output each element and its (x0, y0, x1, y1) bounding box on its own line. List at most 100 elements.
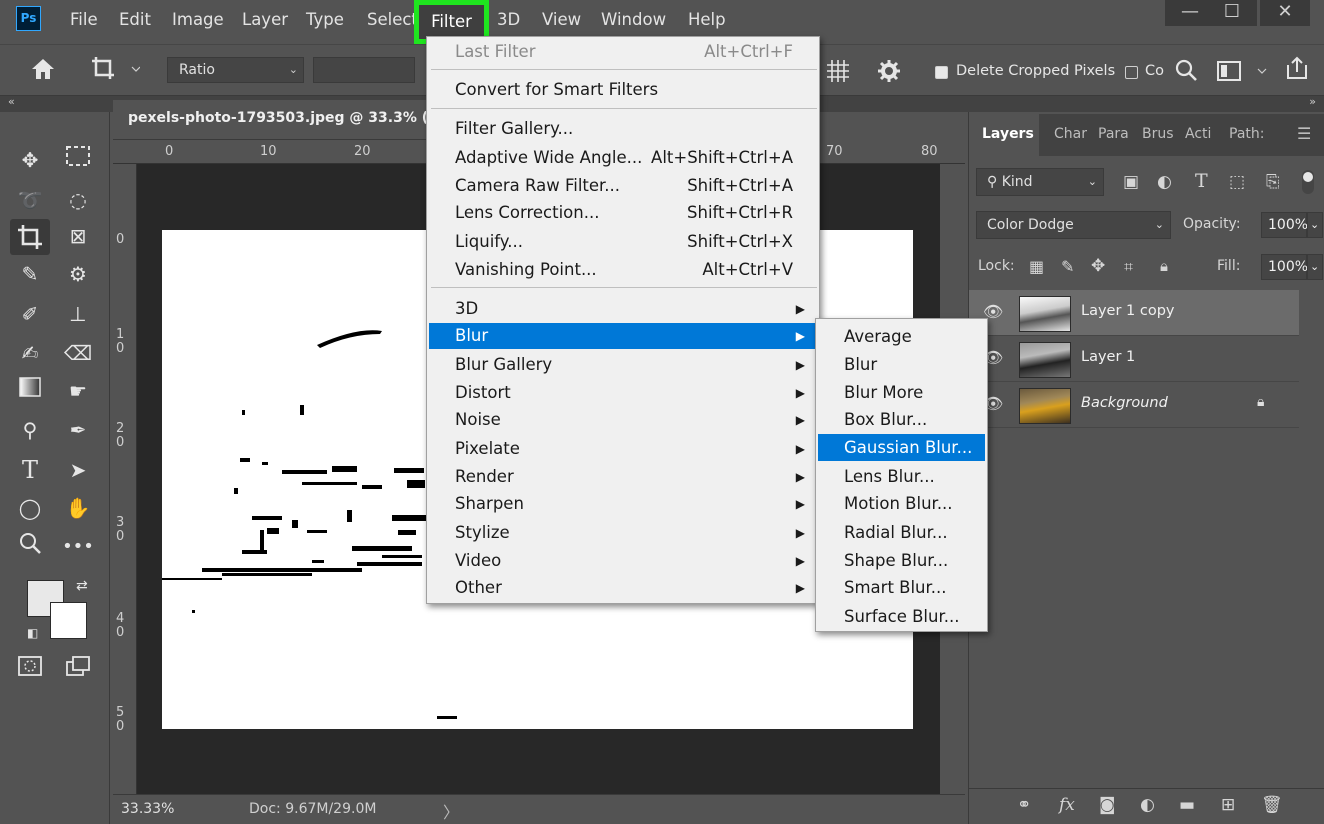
layer-name[interactable]: Layer 1 (1081, 349, 1135, 365)
menu-item-other[interactable]: Other ▶ (429, 575, 817, 601)
lock-all-icon[interactable]: 🔒︎ (1160, 257, 1168, 275)
menu-item-blur[interactable]: Blur ▶ (429, 323, 817, 349)
fill-input[interactable]: 100% (1261, 254, 1308, 280)
photoshop-logo[interactable]: Ps (16, 6, 41, 31)
submenu-item-blur[interactable]: Blur (818, 351, 985, 378)
type-tool-icon[interactable]: T (14, 454, 46, 486)
tab-paragraph[interactable]: Para (1098, 126, 1129, 142)
fx-icon[interactable]: fx (1059, 795, 1075, 815)
submenu-item-gaussian-blur[interactable]: Gaussian Blur... (818, 434, 985, 461)
tab-character[interactable]: Char (1054, 126, 1087, 142)
menu-3d[interactable]: 3D (497, 8, 520, 32)
new-layer-icon[interactable]: ⊞ (1221, 795, 1235, 815)
search-icon[interactable] (1174, 58, 1198, 87)
crop-tool-icon[interactable] (10, 219, 50, 255)
home-icon[interactable] (30, 57, 56, 86)
adjustment-filter-icon[interactable]: ◐ (1157, 172, 1172, 192)
lasso-tool-icon[interactable]: ➰ (14, 184, 46, 216)
zoom-tool-icon[interactable] (14, 531, 46, 563)
menu-edit[interactable]: Edit (119, 8, 151, 32)
eyedropper-tool-icon[interactable]: ✎ (14, 258, 46, 290)
menu-item-pixelate[interactable]: Pixelate ▶ (429, 436, 817, 462)
submenu-item-blur-more[interactable]: Blur More (818, 379, 985, 406)
menu-view[interactable]: View (542, 8, 581, 32)
lock-image-icon[interactable]: ✎ (1061, 257, 1074, 276)
menu-layer[interactable]: Layer (242, 8, 288, 32)
menu-item-camera-raw-filter[interactable]: Camera Raw Filter... Shift+Ctrl+A (429, 173, 817, 199)
ruler-vertical[interactable]: 0 1 0 2 0 3 0 4 0 5 0 (113, 164, 137, 794)
zoom-level[interactable]: 33.33% (121, 801, 174, 817)
menu-item-convert-smart-filters[interactable]: Convert for Smart Filters (429, 77, 817, 103)
menu-select[interactable]: Select (367, 8, 418, 32)
hand-tool-icon[interactable]: ✋ (62, 492, 94, 524)
menu-item-noise[interactable]: Noise ▶ (429, 407, 817, 433)
lock-icon[interactable]: 🔒︎ (1257, 394, 1264, 410)
grid-overlay-icon[interactable] (825, 59, 851, 88)
gear-icon[interactable] (877, 59, 901, 88)
frame-tool-icon[interactable]: ⊠ (62, 220, 94, 252)
menu-image[interactable]: Image (172, 8, 224, 32)
menu-item-lens-correction[interactable]: Lens Correction... Shift+Ctrl+R (429, 200, 817, 226)
workspace-icon[interactable] (1216, 59, 1270, 88)
more-tools-icon[interactable]: ••• (62, 531, 94, 563)
menu-item-render[interactable]: Render ▶ (429, 464, 817, 490)
new-group-icon[interactable]: ▬ (1179, 795, 1195, 815)
submenu-item-box-blur[interactable]: Box Blur... (818, 406, 985, 433)
menu-item-last-filter[interactable]: Last Filter Alt+Ctrl+F (429, 39, 817, 65)
share-icon[interactable] (1284, 55, 1310, 86)
stamp-tool-icon[interactable]: ⊥ (62, 298, 94, 330)
content-aware-checkbox[interactable] (1125, 66, 1138, 79)
crop-tool-preset-icon[interactable] (90, 55, 141, 88)
history-brush-tool-icon[interactable]: ✍ (14, 337, 46, 369)
tab-paths[interactable]: Path: (1229, 126, 1264, 142)
menu-item-liquify[interactable]: Liquify... Shift+Ctrl+X (429, 229, 817, 255)
menu-item-distort[interactable]: Distort ▶ (429, 380, 817, 406)
submenu-item-motion-blur[interactable]: Motion Blur... (818, 490, 985, 517)
shape-filter-icon[interactable]: ⬚ (1229, 172, 1245, 192)
tab-layers[interactable]: Layers (982, 126, 1034, 142)
ellipse-tool-icon[interactable]: ◯ (14, 492, 46, 524)
adjustment-layer-icon[interactable]: ◐ (1140, 795, 1155, 815)
dodge-tool-icon[interactable]: ⚲ (14, 414, 46, 446)
type-filter-icon[interactable]: T (1195, 170, 1208, 192)
pixel-filter-icon[interactable]: ▣ (1123, 172, 1139, 192)
tab-brushes[interactable]: Brus (1142, 126, 1174, 142)
tab-actions[interactable]: Acti (1185, 126, 1211, 142)
submenu-item-average[interactable]: Average (818, 323, 985, 350)
document-tab[interactable]: pexels-photo-1793503.jpeg @ 33.3% (L (113, 100, 437, 140)
menu-item-adaptive-wide-angle[interactable]: Adaptive Wide Angle... Alt+Shift+Ctrl+A (429, 145, 817, 171)
menu-window[interactable]: Window (601, 8, 666, 32)
status-menu-arrow-icon[interactable]: 〉 (443, 799, 459, 823)
default-colors-icon[interactable]: ◧ (27, 626, 38, 640)
collapse-left-icon[interactable]: « (8, 95, 15, 108)
lock-artboard-icon[interactable]: ⌗ (1124, 257, 1133, 277)
menu-help[interactable]: Help (688, 8, 726, 32)
eraser-tool-icon[interactable]: ⌫ (62, 337, 94, 369)
gradient-tool-icon[interactable] (14, 375, 46, 407)
menu-item-3d[interactable]: 3D ▶ (429, 296, 817, 322)
opacity-dropdown-icon[interactable]: ⌄ (1307, 212, 1323, 238)
ratio-select[interactable]: Ratio ⌄ (167, 57, 304, 83)
filter-toggle[interactable] (1302, 170, 1314, 194)
close-button[interactable]: ✕ (1260, 0, 1310, 26)
menu-file[interactable]: File (70, 8, 98, 32)
ratio-width-input[interactable] (313, 57, 415, 83)
menu-item-stylize[interactable]: Stylize ▶ (429, 520, 817, 546)
smart-object-filter-icon[interactable]: ⎘ (1266, 172, 1280, 192)
add-mask-icon[interactable]: ◙ (1099, 795, 1116, 815)
fill-dropdown-icon[interactable]: ⌄ (1307, 254, 1323, 280)
submenu-item-smart-blur[interactable]: Smart Blur... (818, 574, 985, 601)
submenu-item-shape-blur[interactable]: Shape Blur... (818, 547, 985, 574)
submenu-item-surface-blur[interactable]: Surface Blur... (818, 603, 985, 630)
quick-mask-icon[interactable] (14, 654, 46, 686)
menu-item-video[interactable]: Video ▶ (429, 548, 817, 574)
menu-type[interactable]: Type (306, 8, 344, 32)
menu-item-filter-gallery[interactable]: Filter Gallery... (429, 116, 817, 142)
patch-tool-icon[interactable]: ⚙ (62, 258, 94, 290)
move-tool-icon[interactable]: ✥ (14, 144, 46, 176)
brush-tool-icon[interactable]: ✐ (14, 298, 46, 330)
menu-item-vanishing-point[interactable]: Vanishing Point... Alt+Ctrl+V (429, 257, 817, 283)
layer-row[interactable]: 👁︎ Layer 1 (969, 336, 1299, 382)
opacity-input[interactable]: 100% (1261, 212, 1308, 238)
submenu-item-lens-blur[interactable]: Lens Blur... (818, 463, 985, 490)
